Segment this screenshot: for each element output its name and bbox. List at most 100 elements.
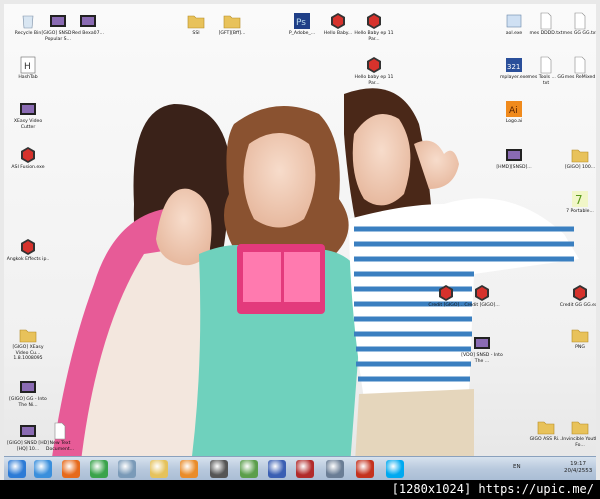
desktop-icon[interactable]: Hello baby ep 11 Par...: [352, 56, 396, 86]
hexagon-app-icon: [367, 57, 381, 73]
hexagon-app-icon[interactable]: [296, 460, 314, 478]
folder-icon: [537, 421, 555, 435]
hexagon-app-icon: [367, 13, 381, 29]
image-footer: [1280x1024] https://upic.me/: [0, 480, 600, 499]
illustrator-file-icon: Ai: [506, 101, 522, 117]
video-file-icon: [50, 15, 66, 27]
app-icon[interactable]: [118, 460, 136, 478]
alien-icon[interactable]: [210, 460, 228, 478]
desktop-icon-label: ASI Fusion.exe: [11, 165, 45, 170]
clock[interactable]: 19:17 20/4/2553: [564, 461, 592, 475]
desktop-icon-label: [GFT][Bff]...: [218, 31, 246, 36]
desktop-icon[interactable]: Credit GG GG.exe: [558, 284, 596, 309]
desktop-icon-label: [GIGO] GG - Into The Ni...: [9, 397, 47, 408]
footer-text: [1280x1024] https://upic.me/: [391, 482, 594, 496]
desktop-icon[interactable]: [GIGO] 100...: [558, 146, 596, 171]
video-file-icon: [20, 425, 36, 437]
desktop-icon-label: Credit GG GG.exe: [559, 303, 596, 308]
video-file-icon: [474, 337, 490, 349]
folder-icon: [571, 329, 589, 343]
clock-date: 20/4/2553: [564, 468, 593, 474]
desktop-icon[interactable]: Credit [GIGO]...: [460, 284, 504, 309]
desktop-icon[interactable]: Invincible Youth Fo...: [558, 418, 596, 448]
desktop-icon-label: Credit [GIGO]...: [464, 303, 500, 308]
app-icon: 7: [572, 191, 588, 207]
desktop-icon[interactable]: 7 7 Portable...: [558, 190, 596, 215]
svg-text:321: 321: [507, 63, 520, 71]
skype-icon[interactable]: [386, 460, 404, 478]
hexagon-app-icon: [21, 147, 35, 163]
photoshop-file-icon: Ps: [294, 13, 310, 29]
desktop-icon[interactable]: Angkok Effects ip..: [6, 238, 50, 263]
desktop-icon-label: Logo.ai: [505, 119, 523, 124]
desktop-icon-label: [GIGO] XEasy Video Cu... 1.8.1008095: [12, 345, 44, 361]
hexagon-app-icon: [439, 285, 453, 301]
app-icon[interactable]: [240, 460, 258, 478]
hexagon-app-icon: [21, 239, 35, 255]
hexagon-app-icon: [331, 13, 345, 29]
svg-text:Ai: Ai: [509, 106, 518, 116]
firefox-icon[interactable]: [62, 460, 80, 478]
desktop-icon[interactable]: New Text Document...: [38, 422, 82, 452]
desktop-icon-label: [HMD][SNSD]...: [496, 165, 532, 170]
desktop-icon-label: PNG: [575, 345, 585, 350]
svg-text:7: 7: [575, 193, 583, 207]
language-indicator[interactable]: EN: [513, 464, 521, 470]
folder-icon: [187, 15, 205, 29]
desktop-icon-label: XEasy Video Cutter: [13, 119, 43, 130]
desktop-icon-label: Red Bexa07...: [72, 31, 104, 36]
taskbar: EN 19:17 20/4/2553: [4, 456, 596, 481]
folder-icon: [19, 329, 37, 343]
desktop-icon-label: Invincible Youth Fo...: [561, 437, 596, 448]
network-icon[interactable]: [268, 460, 286, 478]
document-icon: [574, 56, 586, 74]
desktop-icon[interactable]: [GIGO] GG - Into The Ni...: [6, 378, 50, 408]
desktop-icon[interactable]: Hello Baby ep 11 Par...: [352, 12, 396, 42]
app-icon: H: [20, 56, 36, 74]
desktop-icon-label: New Text Document...: [45, 441, 75, 452]
video-file-icon: [80, 15, 96, 27]
desktop-icon[interactable]: [GFT][Bff]...: [210, 12, 254, 37]
desktop-icon[interactable]: [HMD][SNSD]...: [492, 146, 536, 171]
document-icon: [574, 12, 586, 30]
desktop-icon-label: HashTab: [18, 75, 38, 80]
desktop-icon-label: [GIGO] 100...: [564, 165, 596, 170]
desktop-icon[interactable]: PNG: [558, 326, 596, 351]
video-file-icon: [20, 381, 36, 393]
hexagon-app-icon: [475, 285, 489, 301]
recycle-bin-icon: [22, 15, 34, 29]
start-button[interactable]: [8, 460, 26, 478]
desktop-icon-label: [VDO] SNSD - Into The ...: [461, 353, 503, 364]
document-icon: [540, 12, 552, 30]
desktop-icon[interactable]: [GIGO] XEasy Video Cu... 1.8.1008095: [6, 326, 50, 362]
chrome-icon[interactable]: [90, 460, 108, 478]
svg-text:H: H: [24, 62, 31, 72]
desktop-icon-label: mes GG GG.txt: [562, 31, 596, 36]
desktop-icon[interactable]: Red Bexa07...: [66, 12, 110, 37]
folder-icon: [571, 421, 589, 435]
desktop[interactable]: Recycle Bin [GIGO] SNSD - Popular S... Red…: [4, 4, 596, 479]
desktop-icon[interactable]: Ai Logo.ai: [492, 100, 536, 125]
desktop-icon[interactable]: mes GG GG.txt: [558, 12, 596, 37]
desktop-icon[interactable]: mes ReMixed: [558, 56, 596, 81]
desktop-icon[interactable]: H HashTab: [6, 56, 50, 81]
desktop-icon[interactable]: XEasy Video Cutter: [6, 100, 50, 130]
desktop-icon-label: mes ReMixed: [564, 75, 596, 80]
desktop-icon[interactable]: ASI Fusion.exe: [6, 146, 50, 171]
explorer-icon[interactable]: [150, 460, 168, 478]
video-app-icon: [20, 103, 36, 115]
video-file-icon: [506, 149, 522, 161]
media-player-icon[interactable]: [180, 460, 198, 478]
folder-icon: [223, 15, 241, 29]
desktop-icon[interactable]: [VDO] SNSD - Into The ...: [460, 334, 504, 364]
desktop-icon-label: Angkok Effects ip..: [6, 257, 50, 262]
file-icon: [506, 14, 522, 28]
svg-text:Ps: Ps: [296, 18, 306, 28]
ie-icon[interactable]: [34, 460, 52, 478]
clock-time: 19:17: [570, 461, 587, 467]
folder-icon: [571, 149, 589, 163]
document-icon: [540, 56, 552, 74]
document-icon: [54, 422, 66, 440]
filezilla-icon[interactable]: [356, 460, 374, 478]
window-icon[interactable]: [326, 460, 344, 478]
